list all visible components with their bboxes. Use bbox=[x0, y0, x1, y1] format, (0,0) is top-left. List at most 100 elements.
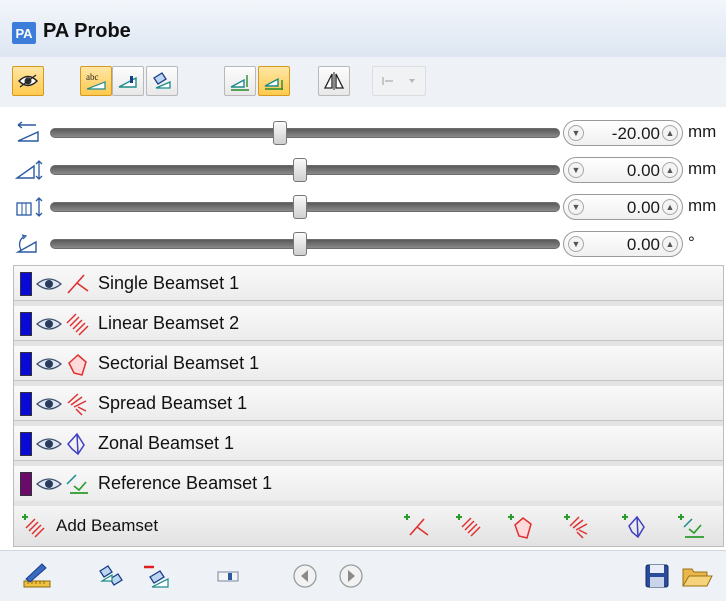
abc-label-icon: abc bbox=[86, 72, 106, 90]
beamset-color-swatch[interactable] bbox=[20, 352, 32, 376]
spinner-value[interactable]: 0.00 bbox=[584, 235, 660, 255]
spread-beam-icon bbox=[67, 393, 87, 416]
wedge-height-spinner[interactable]: ▼ 0.00 ▲ bbox=[563, 157, 683, 183]
wedge-button[interactable] bbox=[112, 66, 144, 96]
beamset-label: Linear Beamset 2 bbox=[98, 313, 240, 333]
display-option-dropdown[interactable] bbox=[372, 66, 426, 96]
skew-angle-slider-thumb[interactable] bbox=[292, 232, 307, 256]
save-icon[interactable] bbox=[640, 561, 674, 591]
add-beamset-icon[interactable] bbox=[20, 512, 48, 540]
open-folder-icon[interactable] bbox=[680, 561, 714, 591]
next-icon[interactable] bbox=[334, 561, 368, 591]
add-sectorial-icon[interactable] bbox=[506, 511, 536, 541]
wedge-icon bbox=[118, 76, 137, 88]
wedge-height-icon bbox=[14, 160, 43, 180]
spin-down-icon[interactable]: ▼ bbox=[568, 162, 584, 178]
beamset-row[interactable]: Spread Beamset 1 bbox=[14, 386, 723, 421]
beamset-color-swatch[interactable] bbox=[20, 392, 32, 416]
add-reference-icon[interactable] bbox=[676, 511, 706, 541]
spinner-value[interactable]: -20.00 bbox=[584, 124, 660, 144]
wedge-index-button[interactable] bbox=[224, 66, 256, 96]
visibility-eye-icon[interactable] bbox=[36, 474, 62, 494]
toolbar: abc bbox=[0, 57, 726, 107]
skew-angle-spinner[interactable]: ▼ 0.00 ▲ bbox=[563, 231, 683, 257]
svg-text:abc: abc bbox=[86, 72, 99, 82]
pa-badge-icon: PA bbox=[12, 22, 36, 44]
unit-label: mm bbox=[688, 196, 717, 215]
lateral-offset-spinner[interactable]: ▼ 0.00 ▲ bbox=[563, 194, 683, 220]
edit-ruler-icon[interactable] bbox=[20, 561, 54, 591]
copy-probe-icon[interactable] bbox=[96, 561, 130, 591]
slider-row-index-offset: ▼ -20.00 ▲ mm bbox=[0, 117, 726, 149]
probe-tilt-button[interactable] bbox=[146, 66, 178, 96]
remove-probe-icon[interactable] bbox=[142, 561, 176, 591]
skew-angle-icon bbox=[15, 234, 37, 253]
spin-down-icon[interactable]: ▼ bbox=[568, 125, 584, 141]
zonal-beam-icon bbox=[67, 432, 85, 456]
add-spread-icon[interactable] bbox=[562, 511, 592, 541]
prev-icon[interactable] bbox=[288, 561, 322, 591]
wedge-offset-button[interactable] bbox=[258, 66, 290, 96]
visibility-eye-icon[interactable] bbox=[36, 314, 62, 334]
unit-label: ° bbox=[688, 233, 695, 252]
mirror-button[interactable] bbox=[318, 66, 350, 96]
spin-up-icon[interactable]: ▲ bbox=[662, 162, 678, 178]
beamset-color-swatch[interactable] bbox=[20, 272, 32, 296]
beamset-label: Reference Beamset 1 bbox=[98, 473, 273, 493]
mirror-icon bbox=[323, 72, 345, 90]
spinner-value[interactable]: 0.00 bbox=[584, 198, 660, 218]
add-beamset-label[interactable]: Add Beamset bbox=[56, 516, 158, 536]
single-beam-icon bbox=[67, 274, 89, 294]
beamset-label: Spread Beamset 1 bbox=[98, 393, 248, 413]
visibility-eye-icon[interactable] bbox=[36, 274, 62, 294]
wedge-height-slider-thumb[interactable] bbox=[292, 158, 307, 182]
add-beamset-row: Add Beamset bbox=[14, 506, 723, 546]
index-offset-slider-thumb[interactable] bbox=[272, 121, 287, 145]
unit-label: mm bbox=[688, 159, 717, 178]
lateral-offset-icon bbox=[16, 197, 43, 217]
visibility-eye-icon[interactable] bbox=[36, 434, 62, 454]
beamset-list: Single Beamset 1 Linear Beamset 2 Sector… bbox=[13, 265, 724, 547]
title-bar: PA PA Probe bbox=[0, 0, 726, 58]
wedge-offset-icon bbox=[264, 77, 283, 90]
beamset-row[interactable]: Zonal Beamset 1 bbox=[14, 426, 723, 461]
dropdown-disabled-icon bbox=[382, 77, 415, 85]
wedge-index-icon bbox=[230, 75, 249, 91]
bottom-toolbar bbox=[0, 550, 726, 601]
beamset-color-swatch[interactable] bbox=[20, 312, 32, 336]
slider-row-skew-angle: ▼ 0.00 ▲ ° bbox=[0, 228, 726, 260]
eye-view-button[interactable] bbox=[12, 66, 44, 96]
spin-up-icon[interactable]: ▲ bbox=[662, 125, 678, 141]
slider-row-wedge-height: ▼ 0.00 ▲ mm bbox=[0, 154, 726, 186]
spinner-value[interactable]: 0.00 bbox=[584, 161, 660, 181]
visibility-eye-icon[interactable] bbox=[36, 354, 62, 374]
beamset-row[interactable]: Linear Beamset 2 bbox=[14, 306, 723, 341]
lateral-offset-slider-thumb[interactable] bbox=[292, 195, 307, 219]
spin-up-icon[interactable]: ▲ bbox=[662, 236, 678, 252]
visibility-eye-icon[interactable] bbox=[36, 394, 62, 414]
label-button[interactable]: abc bbox=[80, 66, 112, 96]
sectorial-beam-icon bbox=[68, 354, 87, 376]
beamset-label: Sectorial Beamset 1 bbox=[98, 353, 260, 373]
element-icon[interactable] bbox=[212, 561, 246, 591]
beamset-color-swatch[interactable] bbox=[20, 472, 32, 496]
spin-down-icon[interactable]: ▼ bbox=[568, 199, 584, 215]
beamset-label: Single Beamset 1 bbox=[98, 273, 240, 293]
beamset-row[interactable]: Sectorial Beamset 1 bbox=[14, 346, 723, 381]
linear-beam-icon bbox=[66, 313, 89, 336]
beamset-color-swatch[interactable] bbox=[20, 432, 32, 456]
reference-beam-icon bbox=[66, 474, 88, 494]
add-single-icon[interactable] bbox=[402, 511, 432, 541]
index-offset-spinner[interactable]: ▼ -20.00 ▲ bbox=[563, 120, 683, 146]
spin-down-icon[interactable]: ▼ bbox=[568, 236, 584, 252]
add-zonal-icon[interactable] bbox=[620, 511, 650, 541]
eye-view-icon bbox=[17, 74, 39, 88]
beamset-label: Zonal Beamset 1 bbox=[98, 433, 235, 453]
beamset-row[interactable]: Single Beamset 1 bbox=[14, 266, 723, 301]
add-linear-icon[interactable] bbox=[454, 511, 484, 541]
spin-up-icon[interactable]: ▲ bbox=[662, 199, 678, 215]
index-offset-slider-track[interactable] bbox=[50, 128, 560, 138]
beamset-row[interactable]: Reference Beamset 1 bbox=[14, 466, 723, 501]
slider-row-lateral-offset: ▼ 0.00 ▲ mm bbox=[0, 191, 726, 223]
probe-tilt-icon bbox=[153, 72, 171, 89]
